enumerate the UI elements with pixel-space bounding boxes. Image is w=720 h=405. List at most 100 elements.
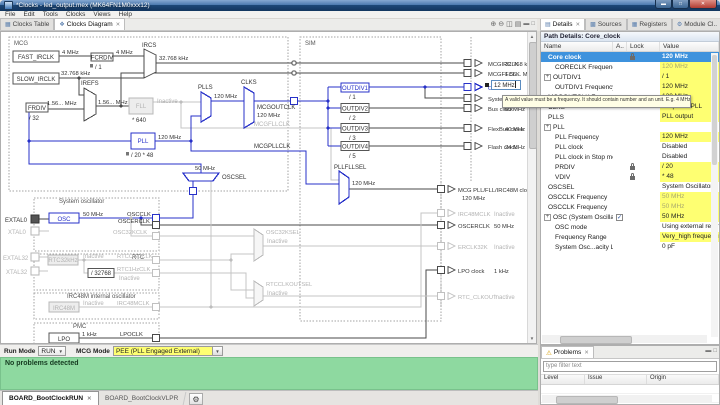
maximize-button[interactable]: □ bbox=[672, 0, 689, 9]
details-row[interactable]: Frequency RangeVery_high freque... rang bbox=[541, 232, 719, 242]
details-vscrollbar[interactable] bbox=[711, 53, 718, 337]
mux-plls[interactable] bbox=[201, 92, 211, 122]
menu-clocks[interactable]: Clocks bbox=[66, 11, 86, 18]
maximize-pane-icon[interactable]: □ bbox=[531, 21, 535, 27]
col-name[interactable]: Name bbox=[541, 42, 613, 51]
close-tab-icon[interactable]: ✕ bbox=[576, 22, 581, 28]
fit-view-icon[interactable]: ◫ bbox=[506, 20, 513, 28]
rtc32khz-inactive: Inactive bbox=[83, 254, 104, 260]
col-issue[interactable]: Issue bbox=[585, 375, 647, 384]
details-row[interactable]: OSCCLK Frequency50 MHz bbox=[541, 202, 719, 212]
details-row[interactable]: PRDIV/ 20 bbox=[541, 162, 719, 172]
col-a[interactable]: A.. bbox=[613, 42, 627, 51]
run-mode-select[interactable]: RUN▼ bbox=[38, 346, 66, 356]
details-row[interactable]: Core clock120 MHz bbox=[541, 52, 719, 62]
close-tab-icon[interactable]: ✕ bbox=[116, 22, 121, 28]
col-value[interactable]: Value bbox=[660, 42, 719, 51]
details-hscrollbar[interactable] bbox=[542, 335, 707, 343]
lock-icon bbox=[630, 56, 635, 60]
ircs-label: IRCS bbox=[142, 43, 156, 49]
scroll-up-icon[interactable]: ▲ bbox=[528, 32, 536, 41]
pin-extal32[interactable] bbox=[31, 253, 39, 261]
outdiv4-div: / 5 bbox=[349, 154, 356, 160]
pllfllsel-freq: 120 MHz bbox=[352, 181, 375, 187]
details-row[interactable]: PLL Frequency120 MHz bbox=[541, 132, 719, 142]
diagram-vscrollbar[interactable]: ▲ ▼ bbox=[527, 32, 536, 343]
col-level[interactable]: Level bbox=[541, 375, 585, 384]
table-icon: ▦ bbox=[5, 21, 11, 28]
right-tabstrip: ▤ Details ✕ ▩ Sources ▦ Registers ⚙ Modu… bbox=[540, 19, 720, 31]
close-tab-icon[interactable]: ✕ bbox=[87, 396, 92, 402]
menu-edit[interactable]: Edit bbox=[23, 11, 34, 18]
details-row[interactable]: VDIV* 48 bbox=[541, 172, 719, 182]
zoom-out-icon[interactable]: ⊖ bbox=[498, 20, 504, 28]
gear-icon[interactable]: ⚙ bbox=[189, 393, 203, 405]
problems-filter-input[interactable]: type filter text bbox=[543, 361, 717, 372]
minimize-pane-icon[interactable]: ▬ bbox=[523, 21, 529, 27]
pin-xtal32[interactable] bbox=[31, 267, 39, 275]
details-row[interactable]: OSC modeUsing external reference bbox=[541, 222, 719, 232]
close-button[interactable]: ✕ bbox=[689, 0, 717, 9]
div32768-label: / 32768 bbox=[91, 271, 112, 277]
minimize-pane-icon[interactable]: ▬ bbox=[705, 348, 711, 354]
core-clock-input[interactable]: 12 MHz bbox=[491, 80, 521, 90]
details-row[interactable]: CORECLK Frequency120 MHz bbox=[541, 62, 719, 72]
menu-file[interactable]: File bbox=[5, 11, 15, 18]
scroll-down-icon[interactable]: ▼ bbox=[528, 334, 536, 343]
col-origin[interactable]: Origin bbox=[647, 375, 719, 384]
details-row[interactable]: +OSC (System Oscillator)✓50 MHz bbox=[541, 212, 719, 222]
out-lpo-clock: LPO clock bbox=[458, 269, 485, 275]
details-row[interactable]: OSCCLK Frequency50 MHz bbox=[541, 192, 719, 202]
out-rtc-clkout-status: Inactive bbox=[494, 295, 515, 301]
mux-irefs[interactable] bbox=[84, 88, 96, 121]
pll-freq-label: 120 MHz bbox=[158, 135, 181, 141]
col-lock[interactable]: Lock bbox=[627, 42, 660, 51]
mux-ircs[interactable] bbox=[144, 49, 156, 78]
menu-views[interactable]: Views bbox=[93, 11, 110, 18]
details-row[interactable]: OUTDIV1 Frequency120 MHz bbox=[541, 82, 719, 92]
mcg-mode-dropdown-button[interactable]: ▼ bbox=[213, 346, 223, 356]
checkbox[interactable]: ✓ bbox=[616, 214, 623, 221]
minimize-button[interactable]: ▬ bbox=[655, 0, 672, 9]
zoom-in-icon[interactable]: ⊕ bbox=[490, 20, 496, 28]
mcg-mode-select[interactable]: PEE (PLL Engaged External) bbox=[113, 346, 213, 356]
export-diagram-icon[interactable]: ▤ bbox=[515, 20, 522, 28]
problems-hscrollbar[interactable] bbox=[542, 395, 712, 403]
tab-registers[interactable]: ▦ Registers bbox=[627, 19, 672, 30]
tab-sources[interactable]: ▩ Sources bbox=[585, 19, 627, 30]
tab-board-bootclockrun[interactable]: BOARD_BootClockRUN ✕ bbox=[2, 391, 99, 405]
close-tab-icon[interactable]: ✕ bbox=[584, 350, 589, 356]
pin-extal0[interactable] bbox=[31, 215, 39, 223]
tab-problems[interactable]: ⚠ Problems ✕ bbox=[541, 346, 594, 358]
menu-help[interactable]: Help bbox=[119, 11, 132, 18]
details-row[interactable]: PLL clock in Stop modeDisabled bbox=[541, 152, 719, 162]
tab-clocks-table[interactable]: ▦ Clocks Table bbox=[0, 18, 54, 30]
expander-icon[interactable]: + bbox=[544, 214, 551, 221]
tab-clocks-diagram[interactable]: ❖ Clocks Diagram ✕ bbox=[54, 18, 125, 30]
out-erclk32k: ERCLK32K bbox=[458, 245, 488, 251]
mux-osc32ksel[interactable] bbox=[254, 229, 263, 261]
expander-icon[interactable]: + bbox=[544, 124, 551, 131]
tab-board-bootclockvlpr[interactable]: BOARD_BootClockVLPR bbox=[97, 392, 186, 405]
xtal0-label: XTAL0 bbox=[8, 230, 27, 236]
mux-oscsel[interactable] bbox=[183, 173, 219, 181]
details-icon: ▤ bbox=[545, 21, 551, 28]
details-row[interactable]: OSCSELSystem Oscillator bbox=[541, 182, 719, 192]
mux-clks[interactable] bbox=[244, 87, 254, 128]
run-mode-bar: Run Mode RUN▼ MCG Mode PEE (PLL Engaged … bbox=[0, 344, 538, 357]
tab-module-clocks[interactable]: ⚙ Module Cl.. bbox=[672, 19, 720, 30]
frdiv-label: FRDIV bbox=[28, 106, 46, 112]
details-row[interactable]: System Osc...acity Load0 pF bbox=[541, 242, 719, 252]
expander-icon[interactable]: + bbox=[544, 74, 551, 81]
details-row[interactable]: +PLL bbox=[541, 122, 719, 132]
details-row[interactable]: PLLSPLL output bbox=[541, 112, 719, 122]
tab-details[interactable]: ▤ Details ✕ bbox=[540, 19, 585, 30]
mux-rtcclkoutsel[interactable] bbox=[254, 281, 263, 306]
rtc32khz-label: RTC32kHz bbox=[48, 258, 77, 264]
details-row[interactable]: +OUTDIV1/ 1 bbox=[541, 72, 719, 82]
mux-pllfllsel[interactable] bbox=[339, 171, 349, 204]
menu-tools[interactable]: Tools bbox=[43, 11, 58, 18]
pin-xtal0[interactable] bbox=[31, 227, 39, 235]
details-row[interactable]: PLL clockDisabled bbox=[541, 142, 719, 152]
maximize-pane-icon[interactable]: □ bbox=[713, 348, 717, 354]
